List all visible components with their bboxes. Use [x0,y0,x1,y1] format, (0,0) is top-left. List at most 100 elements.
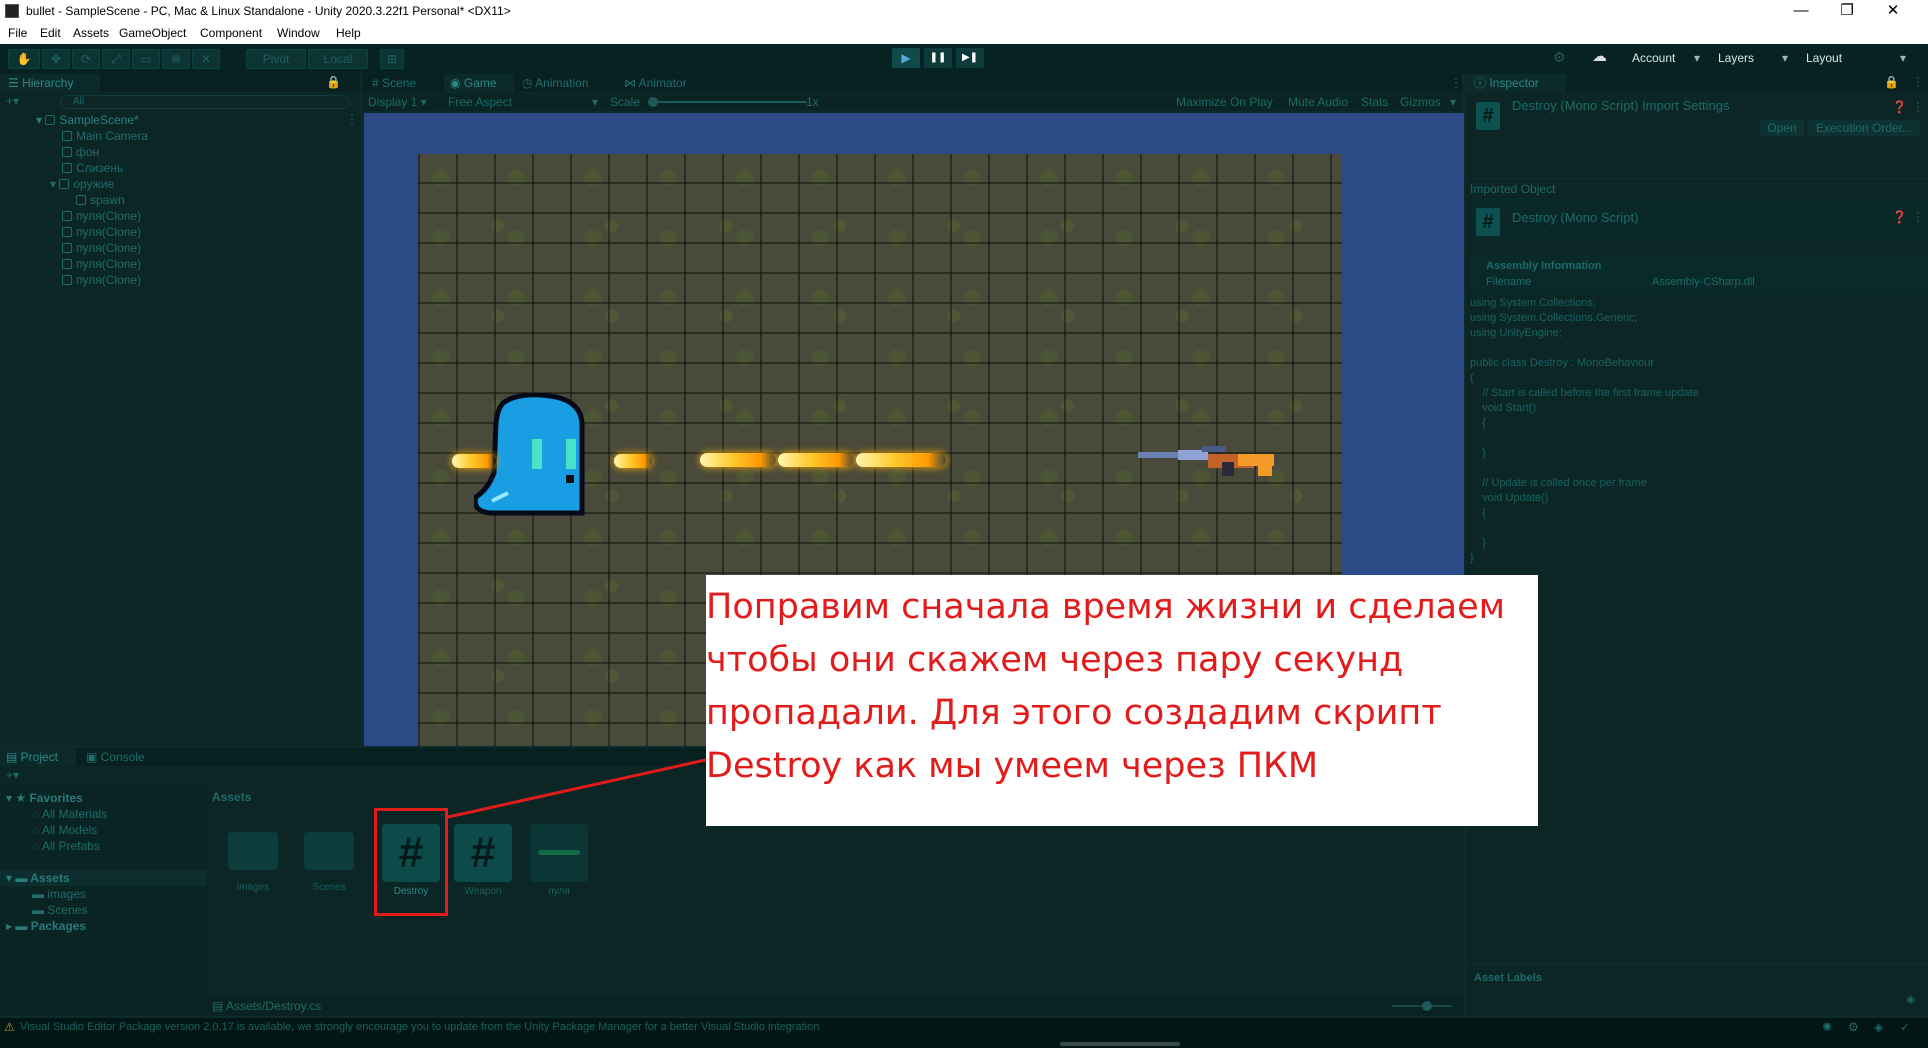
maximize-on-play-toggle[interactable]: Maximize On Play [1176,95,1273,109]
taskbar-indicator [1060,1042,1180,1046]
hierarchy-item[interactable]: пуля(Clone) [62,256,141,272]
inspector-menu-icon[interactable]: ⋮ [1912,75,1924,89]
scale-slider-handle[interactable] [648,97,658,107]
settings-icon[interactable]: ⋮ [1912,210,1924,224]
step-button[interactable]: ▶❚ [956,48,984,68]
tab-console[interactable]: ▣ Console [86,748,166,766]
display-dropdown[interactable]: Display 1 ▾ [368,95,427,109]
move-tool-icon[interactable]: ✥ [42,49,70,69]
minimize-button[interactable]: — [1778,0,1824,24]
hierarchy-item[interactable]: фон [62,144,99,160]
scene-menu-icon[interactable]: ⋮ [346,112,358,126]
mute-audio-toggle[interactable]: Mute Audio [1288,95,1348,109]
annotation-highlight-box [374,808,448,916]
asset-folder-images[interactable]: images [218,820,288,893]
project-breadcrumb[interactable]: Assets [212,790,251,804]
menu-file[interactable]: File [8,26,27,40]
hierarchy-item[interactable]: пуля(Clone) [62,272,141,288]
status-message[interactable]: Visual Studio Editor Package version 2.0… [20,1021,819,1033]
transform-tool-icon[interactable]: ⊕ [162,49,190,69]
open-button[interactable]: Open [1760,120,1804,136]
packages-node[interactable]: ▸ ▬ Packages [6,918,86,934]
hierarchy-item[interactable]: Слизень [62,160,123,176]
hierarchy-item[interactable]: пуля(Clone) [62,208,141,224]
folder-item[interactable]: ▬ Scenes [32,902,87,918]
layers-dropdown[interactable]: Layers [1712,49,1792,67]
settings-icon[interactable]: ⋮ [1912,100,1924,114]
grid-snap-icon[interactable]: ⊞ [380,49,404,69]
favorite-item[interactable]: ◌ All Models [32,822,97,838]
scale-tool-icon[interactable]: ⤢ [102,49,130,69]
account-dropdown[interactable]: Account [1626,49,1704,67]
hierarchy-item[interactable]: пуля(Clone) [62,224,141,240]
status-bar: ⚠ Visual Studio Editor Package version 2… [0,1018,1928,1048]
hierarchy-item[interactable]: Main Camera [62,128,148,144]
favorite-item[interactable]: ◌ All Prefabs [32,838,100,854]
favorite-item-label: All Prefabs [41,839,100,853]
tab-scene[interactable]: # Scene [372,74,442,92]
menu-help[interactable]: Help [336,26,361,40]
notification-icon[interactable]: ✓ [1900,1020,1910,1034]
local-toggle[interactable]: Local [308,49,368,69]
bug-icon[interactable]: ✺ [1822,1020,1832,1034]
asset-script-weapon[interactable]: # Weapon [448,820,518,897]
tab-project[interactable]: ▤ Project [0,748,76,766]
menu-component[interactable]: Component [200,26,262,40]
scene-root[interactable]: ▾ SampleScene* [36,112,139,128]
cloud-icon[interactable]: ☁ [1592,47,1607,65]
maximize-button[interactable]: ❐ [1824,0,1870,24]
hierarchy-item[interactable]: ▾ оружие [50,176,114,192]
execution-order-button[interactable]: Execution Order... [1808,120,1920,136]
favorite-item[interactable]: ◌ All Materials [32,806,107,822]
assets-node[interactable]: ▾ ▬ Assets [0,870,206,886]
scale-slider-track[interactable] [652,101,807,103]
rect-tool-icon[interactable]: ▭ [132,49,160,69]
help-icon[interactable]: ❓ [1892,210,1907,224]
gizmos-chevron-icon[interactable]: ▾ [1450,95,1456,109]
tab-game[interactable]: ◉ Game [444,74,514,92]
aspect-chevron-icon[interactable]: ▾ [592,95,598,109]
hierarchy-item-label: spawn [90,193,125,207]
add-object-button[interactable]: +▾ [6,94,19,108]
tab-animator[interactable]: ⋈ Animator [624,74,724,92]
menu-gameobject[interactable]: GameObject [119,26,186,40]
folder-item[interactable]: ▬ images [32,886,86,902]
cache-icon[interactable]: ⚙ [1848,1020,1859,1034]
hierarchy-search[interactable]: All [60,95,350,109]
aspect-dropdown[interactable]: Free Aspect [448,95,598,109]
hierarchy-item-label: пуля(Clone) [76,241,142,255]
icon-size-slider-handle[interactable] [1422,1001,1432,1011]
gizmos-toggle[interactable]: Gizmos [1400,95,1441,109]
tag-icon[interactable]: ◈ [1906,992,1915,1006]
play-button[interactable]: ▶ [892,48,920,68]
hierarchy-item-label: Слизень [76,161,124,175]
asset-prefab-bullet[interactable]: пуля [524,820,594,897]
view-menu-icon[interactable]: ⋮ [1450,76,1462,90]
lock-icon[interactable]: 🔒 [326,75,341,89]
stats-toggle[interactable]: Stats [1361,95,1388,109]
tab-animation[interactable]: ◷ Animation [522,74,622,92]
menu-assets[interactable]: Assets [73,26,109,40]
favorites-node[interactable]: ▾ ★ Favorites [6,790,83,806]
custom-tool-icon[interactable]: ✕ [192,49,220,69]
lock-icon[interactable]: 🔒 [1884,75,1899,89]
hierarchy-item[interactable]: spawn [76,192,125,208]
menu-window[interactable]: Window [277,26,320,40]
layout-dropdown[interactable]: Layout [1800,49,1910,67]
hand-tool-icon[interactable]: ✋ [8,49,40,69]
menu-edit[interactable]: Edit [40,26,61,40]
create-asset-button[interactable]: +▾ [6,768,19,782]
hierarchy-item-label: оружие [73,177,115,191]
tab-inspector[interactable]: ⓘ Inspector [1466,74,1566,92]
asset-label: Weapon [464,886,502,897]
asset-folder-scenes[interactable]: Scenes [294,820,364,893]
help-icon[interactable]: ❓ [1892,100,1907,114]
pivot-toggle[interactable]: Pivot [246,49,306,69]
tab-hierarchy[interactable]: ☰ Hierarchy [0,74,100,92]
close-button[interactable]: ✕ [1870,0,1916,24]
pause-button[interactable]: ❚❚ [924,48,952,68]
rotate-tool-icon[interactable]: ⟳ [72,49,100,69]
collab-icon[interactable]: ⚙ [1553,49,1566,66]
hierarchy-item[interactable]: пуля(Clone) [62,240,141,256]
progress-icon[interactable]: ◈ [1874,1020,1883,1034]
